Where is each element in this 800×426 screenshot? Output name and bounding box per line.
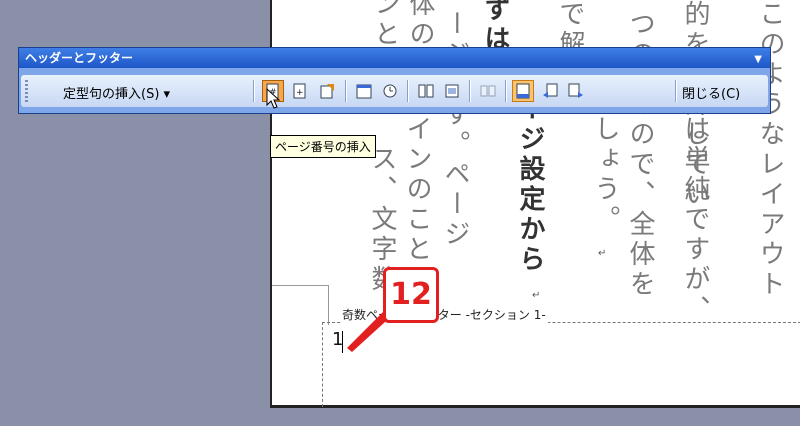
toolbar-separator — [345, 80, 347, 102]
same-as-previous-icon — [477, 80, 499, 102]
insert-date-icon[interactable] — [353, 80, 375, 102]
toolbar-row: 定型句の挿入(S) ▾ # + 閉じる(C) — [21, 75, 768, 107]
toolbar-options-icon[interactable]: ▼ — [754, 50, 762, 70]
toolbar-separator — [407, 80, 409, 102]
show-hide-document-text-icon[interactable] — [441, 80, 463, 102]
format-page-number-icon[interactable] — [316, 80, 338, 102]
toolbar-separator — [253, 80, 255, 102]
insert-page-count-icon[interactable]: + — [289, 80, 311, 102]
tooltip: ページ番号の挿入 — [270, 135, 376, 158]
show-previous-icon[interactable] — [539, 80, 561, 102]
show-next-icon[interactable] — [565, 80, 587, 102]
insert-autotext-button[interactable]: 定型句の挿入(S) ▾ — [63, 83, 170, 102]
mouse-pointer-icon — [266, 88, 280, 109]
switch-header-footer-icon[interactable] — [512, 80, 534, 102]
toolbar-grip-icon[interactable] — [25, 80, 28, 102]
toolbar-separator — [469, 80, 471, 102]
insert-time-icon[interactable] — [379, 80, 401, 102]
page-setup-icon[interactable] — [415, 80, 437, 102]
svg-text:+: + — [296, 88, 304, 98]
toolbar-title-bar[interactable]: ヘッダーとフッター ▼ — [19, 48, 770, 68]
toolbar-separator — [675, 80, 677, 102]
close-button[interactable]: 閉じる(C) — [682, 83, 740, 102]
step-number-badge: 12 — [383, 267, 439, 323]
header-footer-toolbar: ヘッダーとフッター ▼ 定型句の挿入(S) ▾ # + 閉じる(C) — [18, 47, 771, 114]
toolbar-separator — [505, 80, 507, 102]
toolbar-title: ヘッダーとフッター — [25, 51, 134, 65]
